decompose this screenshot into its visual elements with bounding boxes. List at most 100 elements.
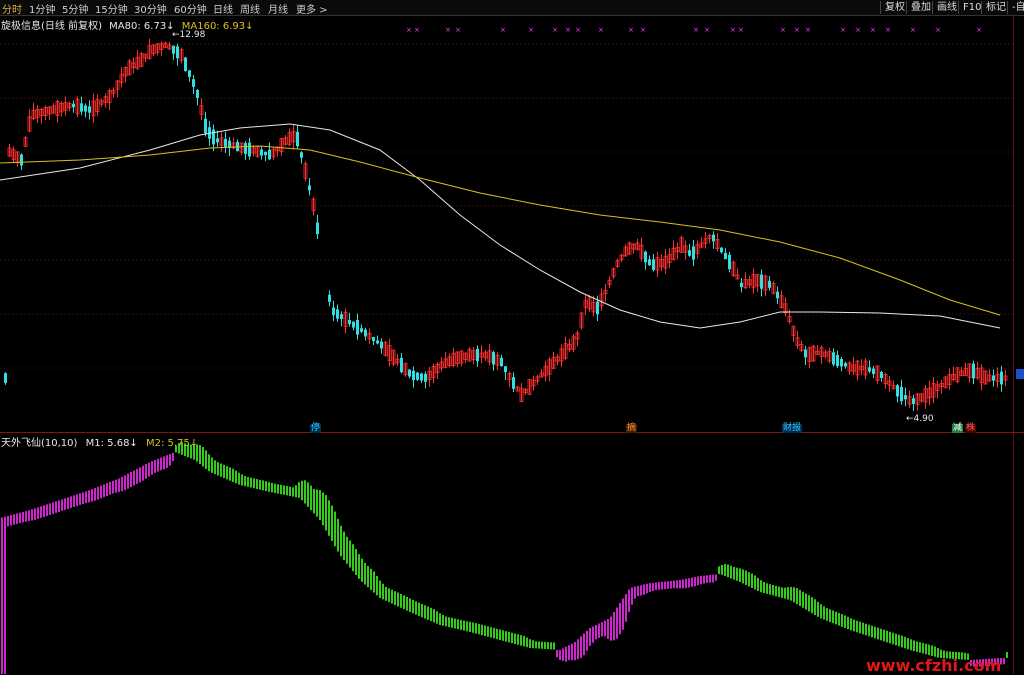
candle-body — [244, 143, 247, 154]
candle-body — [264, 151, 267, 156]
signal-mark: × — [794, 26, 800, 34]
signal-mark: × — [640, 26, 646, 34]
panel-divider — [0, 432, 1024, 433]
candle-body — [300, 152, 303, 158]
candle-body — [872, 368, 875, 374]
m1-readout: M1: 5.68↓ — [85, 438, 138, 449]
candle-body — [832, 352, 835, 365]
signal-mark: × — [500, 26, 506, 34]
event-marker-halt[interactable]: 停 — [310, 424, 322, 433]
candle-body — [216, 138, 219, 143]
event-marker-reduce[interactable]: 减 — [952, 424, 964, 433]
signal-mark: × — [693, 26, 699, 34]
candle-body — [836, 354, 839, 367]
candle-body — [596, 301, 599, 315]
candle-body — [712, 234, 715, 242]
candle-body — [412, 370, 415, 381]
signal-mark: × — [552, 26, 558, 34]
candle-body — [356, 319, 359, 335]
signal-mark: × — [414, 26, 420, 34]
candle-body — [740, 282, 743, 288]
candle-body — [500, 357, 503, 367]
candle-body — [492, 352, 495, 365]
candle-body — [760, 274, 763, 289]
signal-mark: × — [455, 26, 461, 34]
candle-body — [420, 373, 423, 381]
candle-body — [844, 363, 847, 367]
candle-body — [400, 357, 403, 373]
signal-mark: × — [738, 26, 744, 34]
candle-body — [172, 45, 175, 54]
signal-mark: × — [575, 26, 581, 34]
candle-body — [416, 372, 419, 380]
event-marker-report[interactable]: 财报 — [782, 424, 803, 433]
candle-body — [340, 314, 343, 320]
candle-body — [652, 259, 655, 270]
candle-body — [380, 341, 383, 349]
right-divider — [1013, 15, 1014, 674]
candle-body — [72, 103, 75, 108]
signal-mark: × — [935, 26, 941, 34]
candle-body — [880, 372, 883, 378]
candle-body — [992, 375, 995, 381]
candle-body — [644, 251, 647, 263]
candle-body — [360, 328, 363, 332]
candle-body — [376, 340, 379, 344]
site-watermark: www.cfzhi.com — [866, 656, 1002, 675]
candle-body — [728, 254, 731, 270]
price-scale-tag[interactable] — [1016, 369, 1024, 379]
candle-body — [352, 321, 355, 328]
candle-body — [896, 385, 899, 397]
candle-body — [192, 79, 195, 87]
signal-mark: × — [598, 26, 604, 34]
candle-body — [768, 280, 771, 288]
candle-body — [308, 185, 311, 191]
candle-body — [348, 319, 351, 325]
event-marker-delist[interactable]: 摘 — [626, 424, 638, 433]
candle-body — [1000, 371, 1003, 385]
candle-body — [336, 309, 339, 319]
candle-body — [296, 131, 299, 147]
candle-body — [724, 252, 727, 260]
candle-body — [424, 373, 427, 382]
candle-body — [372, 336, 375, 342]
indicator-header: 天外飞仙(10,10) M1: 5.68↓ M2: 5.75↓ — [1, 434, 203, 449]
candle-body — [248, 142, 251, 157]
low-price-label: ←4.90 — [906, 414, 934, 424]
candle-body — [504, 366, 507, 373]
ma160-line — [0, 145, 1001, 316]
candle-body — [364, 329, 367, 337]
candle-body — [912, 398, 915, 404]
candle-body — [900, 386, 903, 402]
signal-mark: × — [406, 26, 412, 34]
signal-mark: × — [870, 26, 876, 34]
signal-mark: × — [910, 26, 916, 34]
candle-body — [332, 307, 335, 316]
signal-mark: × — [780, 26, 786, 34]
candle-body — [196, 89, 199, 99]
candle-body — [204, 118, 207, 134]
candle-body — [720, 247, 723, 253]
candle-body — [408, 369, 411, 377]
signal-mark: × — [445, 26, 451, 34]
candle-body — [224, 138, 227, 148]
candle-body — [688, 250, 691, 256]
candle-body — [84, 105, 87, 112]
candle-body — [648, 259, 651, 266]
m2-readout: M2: 5.75↓ — [146, 438, 199, 449]
candle-body — [840, 358, 843, 367]
candle-body — [904, 395, 907, 400]
signal-mark: × — [885, 26, 891, 34]
signal-mark: × — [805, 26, 811, 34]
event-marker-stock[interactable]: 株 — [965, 424, 977, 433]
signal-mark: × — [565, 26, 571, 34]
candle-body — [692, 246, 695, 260]
candle-body — [4, 373, 7, 383]
high-price-label: ←12.98 — [172, 30, 206, 40]
candle-body — [188, 70, 191, 77]
candle-body — [88, 106, 91, 113]
kline-chart[interactable]: × × × × × × × × × × × × × × × × × × × × × × × × × ×←12.98←4.90 — [0, 0, 1024, 674]
candle-body — [972, 363, 975, 379]
candle-body — [212, 129, 215, 145]
candle-body — [804, 349, 807, 358]
